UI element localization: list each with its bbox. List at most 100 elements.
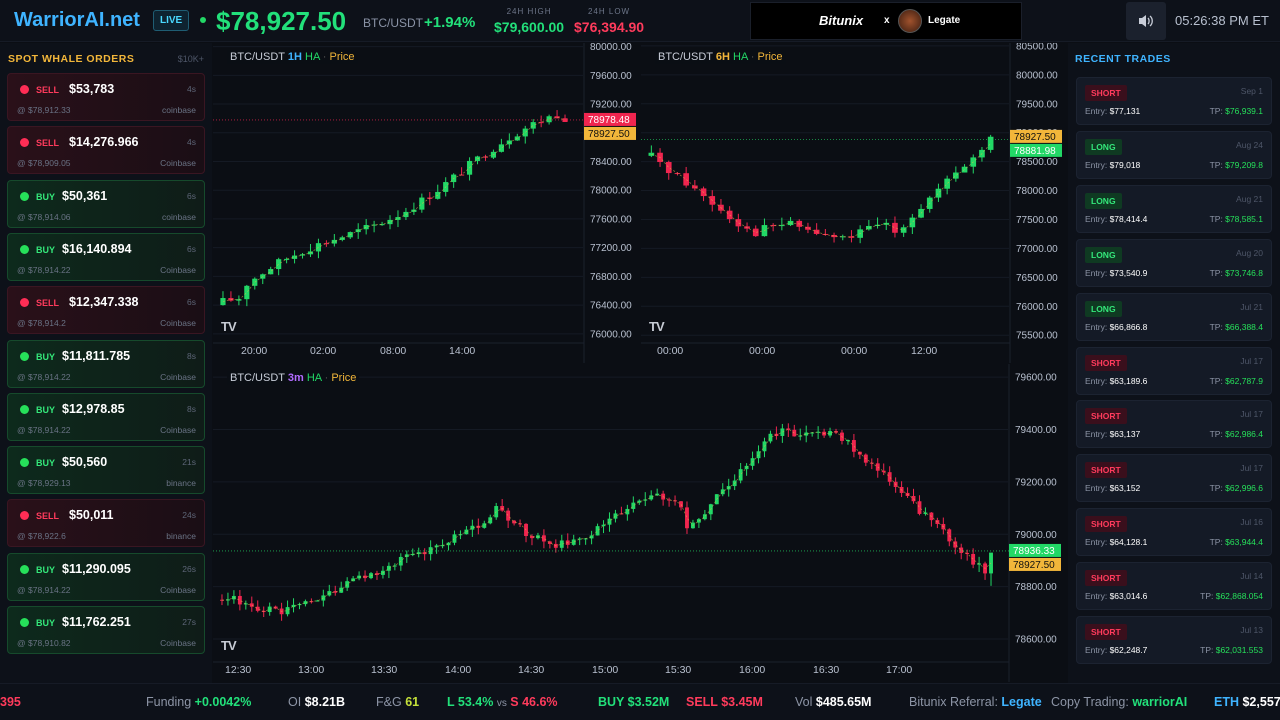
y-tick-label: 77600.00 xyxy=(590,214,632,225)
chart-6h-style[interactable]: HA xyxy=(733,51,748,63)
oi-stat: OI $8.21B xyxy=(288,695,345,709)
trade-entry-value: $73,540.9 xyxy=(1109,267,1148,278)
whale-orders-panel: SPOT WHALE ORDERS $10K+ SELL $53,783 4s … xyxy=(0,43,212,683)
chart-1h-interval[interactable]: 1H xyxy=(288,51,302,63)
x-tick-label: 13:00 xyxy=(298,664,324,676)
order-exchange: Coinbase xyxy=(160,371,196,382)
whale-order-card[interactable]: SELL $53,783 4s @ $78,912.33 coinbase xyxy=(7,73,205,121)
x-tick-label: 12:30 xyxy=(225,664,251,676)
buy-dot-icon xyxy=(20,244,29,254)
y-tick-label: 76800.00 xyxy=(590,272,632,283)
trade-entry-value: $63,189.6 xyxy=(1109,375,1148,386)
candle-body xyxy=(546,116,552,123)
order-side: BUY xyxy=(36,191,56,202)
order-amount: $53,783 xyxy=(69,82,115,96)
trade-tp-value: $62,868.054 xyxy=(1215,591,1263,602)
whale-order-card[interactable]: BUY $11,290.095 26s @ $78,914.22 Coinbas… xyxy=(7,552,205,601)
whale-order-card[interactable]: SELL $50,011 24s @ $78,922.6 binance xyxy=(7,499,205,548)
trade-card[interactable]: SHORT Jul 13 Entry: $62,248.7 TP: $62,03… xyxy=(1076,616,1272,664)
whale-order-card[interactable]: BUY $11,811.785 8s @ $78,914.22 Coinbase xyxy=(7,339,205,388)
trade-card[interactable]: SHORT Jul 17 Entry: $63,152 TP: $62,996.… xyxy=(1076,454,1272,503)
chart-3m-label: BTC/USDT 3m HA · Price xyxy=(227,371,360,385)
live-badge: LIVE xyxy=(153,10,190,31)
chart-6h-canvas[interactable]: 80500.0080000.0079500.0079000.0078500.00… xyxy=(641,41,1067,363)
trade-card[interactable]: SHORT Jul 14 Entry: $63,014.6 TP: $62,86… xyxy=(1076,562,1272,611)
chart-3m-style[interactable]: HA xyxy=(307,372,322,384)
oi-label: OI xyxy=(288,695,302,709)
order-price: @ $78,914.22 xyxy=(17,424,71,435)
trade-date: Jul 21 xyxy=(1240,301,1263,312)
whale-order-card[interactable]: BUY $50,361 6s @ $78,914.06 coinbase xyxy=(7,179,205,228)
order-price: @ $78,909.05 xyxy=(17,158,71,169)
chart-3m-interval[interactable]: 3m xyxy=(288,372,304,384)
long-short-stat: L 53.4% vs S 46.6% xyxy=(447,695,558,709)
copy-trading-value[interactable]: warriorAI xyxy=(1132,695,1187,709)
candle-body xyxy=(237,595,242,605)
trade-date: Jul 14 xyxy=(1240,571,1263,582)
referral-value[interactable]: Legate xyxy=(1001,695,1041,709)
chart-3m-canvas[interactable]: 79600.00 79400.00 79200.00 79000.00 78800.00… xyxy=(213,364,1067,682)
trade-tp-label: TP: xyxy=(1200,645,1216,655)
candle-body xyxy=(363,225,369,230)
trade-entry: Entry: $78,414.4 xyxy=(1085,214,1147,224)
trade-card[interactable]: SHORT Sep 1 Entry: $77,131 TP: $76,939.1 xyxy=(1076,77,1272,125)
trade-card[interactable]: SHORT Jul 16 Entry: $64,128.1 TP: $63,94… xyxy=(1076,508,1272,557)
order-amount: $16,140.894 xyxy=(62,241,132,256)
order-side: BUY xyxy=(36,564,56,575)
sponsor-brand: Bitunix xyxy=(819,13,864,28)
whale-order-card[interactable]: BUY $11,762.251 27s @ $78,910.82 Coinbas… xyxy=(7,606,205,654)
order-amount: $50,011 xyxy=(69,508,114,523)
candle-body xyxy=(752,228,759,237)
order-amount: $50,560 xyxy=(62,455,108,470)
order-side: BUY xyxy=(36,404,56,415)
trade-date: Aug 21 xyxy=(1236,193,1263,204)
site-logo[interactable]: WarriorAI.net xyxy=(14,9,140,32)
trade-tp: TP: $78,585.1 xyxy=(1210,214,1263,224)
whale-order-card[interactable]: SELL $14,276.966 4s @ $78,909.05 Coinbas… xyxy=(7,126,205,175)
y-tick-label: 78800.00 xyxy=(1015,582,1057,593)
referral-stat[interactable]: Bitunix Referral: Legate xyxy=(909,695,1042,709)
trade-card[interactable]: LONG Jul 21 Entry: $66,866.8 TP: $66,388… xyxy=(1076,292,1272,341)
trade-tp-label: TP: xyxy=(1209,321,1226,332)
funding-label: Funding xyxy=(146,695,192,709)
whale-order-card[interactable]: BUY $16,140.894 6s @ $78,914.22 Coinbase xyxy=(7,232,205,281)
whale-orders-title: SPOT WHALE ORDERS xyxy=(8,53,135,65)
whale-order-card[interactable]: BUY $12,978.85 8s @ $78,914.22 Coinbase xyxy=(7,392,205,441)
candle-body xyxy=(971,553,976,565)
price-label: 78978.48 xyxy=(588,115,630,126)
candle-body xyxy=(255,606,260,611)
trade-card[interactable]: LONG Aug 20 Entry: $73,540.9 TP: $73,746… xyxy=(1076,238,1272,287)
trade-entry-label: Entry: xyxy=(1085,429,1110,440)
whale-order-card[interactable]: SELL $12,347.338 6s @ $78,914.2 Coinbase xyxy=(7,286,205,335)
trade-card[interactable]: SHORT Jul 17 Entry: $63,137 TP: $62,986.… xyxy=(1076,400,1272,449)
sponsor-banner[interactable]: Bitunix x Legate xyxy=(750,2,1022,40)
chart-1h-mode[interactable]: Price xyxy=(329,51,354,63)
candle-body xyxy=(875,463,880,471)
trade-card[interactable]: LONG Aug 24 Entry: $79,018 TP: $79,209.8 xyxy=(1076,130,1272,179)
chart-1h-canvas[interactable]: 80000.0079600.0079200.0078800.0078400.00… xyxy=(213,42,640,363)
sound-toggle-button[interactable] xyxy=(1126,2,1166,40)
order-side: BUY xyxy=(36,458,56,469)
copy-trading-stat[interactable]: Copy Trading: warriorAI xyxy=(1051,695,1187,709)
trade-entry-label: Entry: xyxy=(1085,645,1110,655)
chart-6h-interval[interactable]: 6H xyxy=(716,51,730,63)
whale-order-card[interactable]: BUY $50,560 21s @ $78,929.13 binance xyxy=(7,446,205,495)
chart-1h-style[interactable]: HA xyxy=(305,51,320,63)
chart-6h[interactable]: 80500.0080000.0079500.0079000.0078500.00… xyxy=(641,41,1067,363)
trade-entry-label: Entry: xyxy=(1085,159,1110,170)
vol-label: Vol xyxy=(795,695,813,709)
chart-6h-mode[interactable]: Price xyxy=(757,51,782,63)
trade-tp-value: $76,939.1 xyxy=(1225,106,1263,116)
x-tick-label: 00:00 xyxy=(657,345,683,357)
chart-1h[interactable]: 80000.0079600.0079200.0078800.0078400.00… xyxy=(213,42,640,363)
chart-3m-mode[interactable]: Price xyxy=(331,372,356,384)
trade-tp: TP: $66,388.4 xyxy=(1210,322,1263,332)
candle-body xyxy=(345,581,350,588)
order-amount: $50,361 xyxy=(62,188,108,203)
trade-card[interactable]: LONG Aug 21 Entry: $78,414.4 TP: $78,585… xyxy=(1076,184,1272,233)
pair-label: BTC/USDT xyxy=(363,16,423,30)
trade-entry-label: Entry: xyxy=(1085,375,1110,386)
chart-3m[interactable]: 79600.00 79400.00 79200.00 79000.00 78800.00… xyxy=(213,364,1067,682)
chart-grid xyxy=(213,46,583,335)
trade-card[interactable]: SHORT Jul 17 Entry: $63,189.6 TP: $62,78… xyxy=(1076,346,1272,395)
